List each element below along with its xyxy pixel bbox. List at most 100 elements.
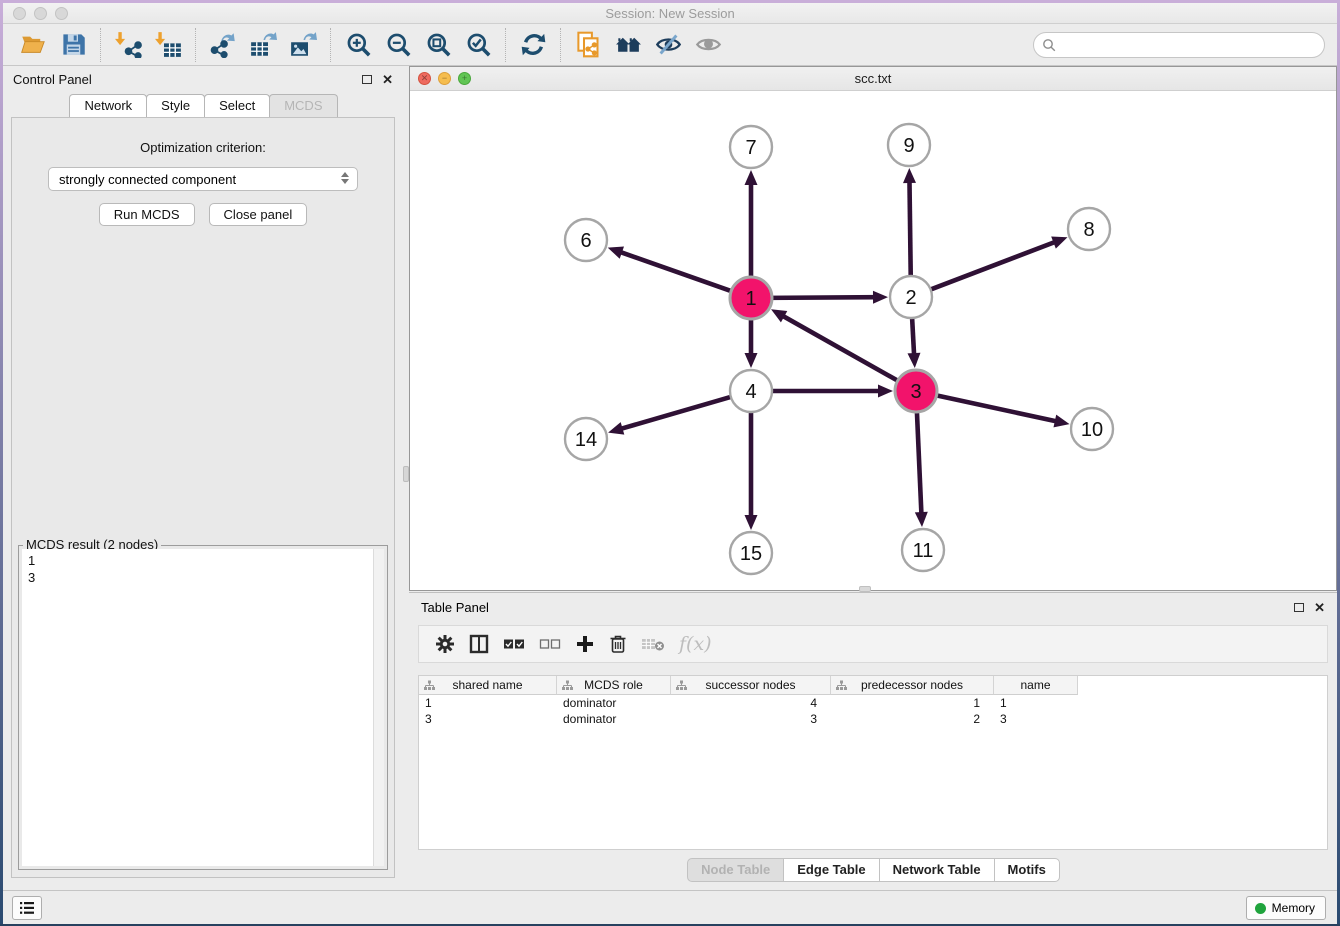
column-header-shared-name[interactable]: shared name [419,676,557,695]
table-row[interactable]: 1dominator411 [419,695,1327,711]
tab-select[interactable]: Select [204,94,270,117]
zoom-selected-button[interactable] [458,27,498,63]
column-header-label: successor nodes [705,678,795,692]
zoom-fit-button[interactable] [418,27,458,63]
table-cell[interactable]: 2 [831,711,994,727]
column-header-successor-nodes[interactable]: successor nodes [671,676,831,695]
edge-4-14[interactable] [620,396,734,429]
toolbar-separator [505,28,506,62]
node-label: 7 [745,137,756,159]
edge-arrowhead [745,515,758,530]
toolbar-separator [195,28,196,62]
edge-2-3[interactable] [912,315,914,356]
import-table-button[interactable] [148,27,188,63]
export-table-button[interactable] [243,27,283,63]
run-mcds-button[interactable]: Run MCDS [99,203,195,226]
table-row[interactable]: 3dominator323 [419,711,1327,727]
tab-mcds[interactable]: MCDS [269,94,337,117]
edge-3-11[interactable] [917,409,922,515]
horizontal-splitter-grip[interactable] [859,586,871,592]
criterion-select[interactable]: strongly connected component [48,167,358,191]
tab-network-table[interactable]: Network Table [879,858,995,882]
column-header-label: predecessor nodes [861,678,963,692]
zoom-in-button[interactable] [338,27,378,63]
toolbar-separator [100,28,101,62]
edge-arrowhead [608,246,624,258]
tab-edge-table[interactable]: Edge Table [783,858,879,882]
tab-node-table[interactable]: Node Table [687,858,784,882]
table-settings-button[interactable] [435,629,455,659]
column-header-name[interactable]: name [994,676,1078,695]
table-tabs: Node TableEdge TableNetwork TableMotifs [409,858,1337,882]
select-all-columns-button[interactable] [503,629,525,659]
task-history-button[interactable] [12,896,42,920]
tab-network[interactable]: Network [69,94,147,117]
table-cell[interactable]: 3 [671,711,831,727]
table-cell[interactable]: 3 [994,711,1078,727]
show-graphics-button[interactable] [688,27,728,63]
delete-table-button[interactable] [641,629,665,659]
show-columns-button[interactable] [469,629,489,659]
zoom-out-button[interactable] [378,27,418,63]
table-panel-title: Table Panel [421,600,489,615]
open-file-button[interactable] [13,27,53,63]
home-icon [615,31,642,58]
mcds-result-group: MCDS result (2 nodes) 1 3 [18,545,388,870]
float-panel-icon[interactable] [362,75,372,84]
node-label: 1 [745,288,756,310]
tab-style[interactable]: Style [146,94,205,117]
node-table[interactable]: shared name MCDS role successor nodes prede… [418,675,1328,850]
memory-button[interactable]: Memory [1246,896,1326,920]
close-panel-button[interactable]: Close panel [209,203,308,226]
search-input[interactable] [1033,32,1325,58]
refresh-button[interactable] [513,27,553,63]
checked-boxes-icon [503,637,525,651]
table-cell[interactable]: dominator [557,695,671,711]
node-label: 9 [903,135,914,157]
hide-graphics-button[interactable] [648,27,688,63]
select-stepper-icon [341,172,349,184]
close-table-panel-icon[interactable]: ✕ [1314,601,1325,614]
clone-network-button[interactable] [568,27,608,63]
add-column-button[interactable] [575,629,595,659]
edge-2-8[interactable] [928,241,1056,290]
table-cell[interactable]: 1 [994,695,1078,711]
edge-3-10[interactable] [934,395,1058,422]
edge-arrowhead [745,353,758,368]
float-table-panel-icon[interactable] [1294,603,1304,612]
fx-icon: f(x) [679,633,712,655]
table-cell[interactable]: 1 [419,695,557,711]
control-panel-tabs: NetworkStyleSelectMCDS [3,94,403,117]
edge-2-9[interactable] [909,180,910,279]
export-table-icon [250,31,277,58]
save-session-button[interactable] [53,27,93,63]
edge-3-1[interactable] [781,315,900,382]
network-canvas[interactable]: 1234678910111415 [410,91,1336,590]
table-cell[interactable]: dominator [557,711,671,727]
import-network-button[interactable] [108,27,148,63]
delete-table-icon [641,636,665,652]
column-header-MCDS-role[interactable]: MCDS role [557,676,671,695]
close-panel-icon[interactable]: ✕ [382,73,393,86]
apply-function-button[interactable]: f(x) [679,629,712,659]
result-scrollbar[interactable] [373,549,384,866]
table-toolbar: f(x) [418,625,1328,663]
column-header-predecessor-nodes[interactable]: predecessor nodes [831,676,994,695]
tab-motifs[interactable]: Motifs [994,858,1060,882]
control-panel-title: Control Panel [13,72,92,87]
edge-arrowhead [608,422,624,434]
table-cell[interactable]: 1 [831,695,994,711]
memory-label: Memory [1272,901,1315,915]
delete-column-button[interactable] [609,629,627,659]
network-window-title: scc.txt [410,71,1336,86]
table-cell[interactable]: 3 [419,711,557,727]
export-network-button[interactable] [203,27,243,63]
column-header-label: MCDS role [584,678,643,692]
home-view-button[interactable] [608,27,648,63]
save-icon [60,31,87,58]
edge-1-6[interactable] [619,252,734,292]
deselect-all-columns-button[interactable] [539,629,561,659]
edge-1-2[interactable] [769,297,876,298]
table-cell[interactable]: 4 [671,695,831,711]
export-image-button[interactable] [283,27,323,63]
